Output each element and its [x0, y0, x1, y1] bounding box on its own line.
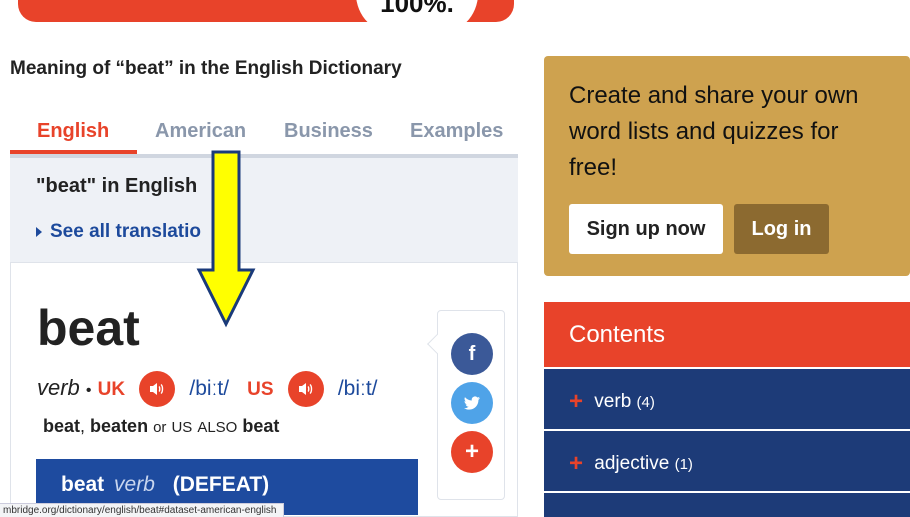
status-bar-url: mbridge.org/dictionary/english/beat#data… — [0, 503, 284, 517]
triangle-right-icon — [36, 226, 42, 237]
percent-text: 100%. — [380, 0, 454, 18]
translations-box: "beat" in English See all translatio — [10, 158, 518, 268]
contents-item-label: verb — [594, 391, 632, 412]
form-past: beat — [43, 416, 81, 436]
us-label: US — [247, 378, 274, 400]
percent-bubble: 100%. — [356, 0, 478, 34]
dictionary-page: 100%. Meaning of “beat” in the English D… — [0, 0, 910, 517]
separator-dot: • — [85, 381, 92, 399]
plus-icon: + — [569, 388, 584, 415]
form-past-participle: beaten — [90, 416, 149, 436]
headword: beat — [37, 300, 140, 356]
see-all-translations-link[interactable]: See all translatio — [36, 221, 201, 243]
uk-pronunciation: /biːt/ — [189, 376, 230, 400]
contents-panel: Contents + verb (4) + adjective (1) — [544, 302, 910, 517]
part-of-speech: verb — [37, 374, 80, 400]
active-tab-indicator — [10, 150, 137, 154]
sense-guideword: (DEFEAT) — [172, 473, 270, 496]
translations-heading: "beat" in English — [36, 175, 198, 197]
contents-next-item[interactable] — [544, 491, 910, 517]
form-us-label: US — [171, 419, 193, 436]
facebook-share-button[interactable]: f — [451, 333, 493, 375]
tab-examples[interactable]: Examples — [410, 120, 503, 143]
sense-word: beat — [61, 473, 105, 496]
form-or: or — [153, 419, 167, 436]
sense-pos: verb — [114, 473, 155, 496]
inflected-forms: beat, beaten or US ALSO beat — [43, 416, 279, 437]
us-audio-button[interactable] — [287, 371, 324, 407]
contents-item-count: (1) — [674, 456, 693, 473]
plus-icon: + — [569, 450, 584, 477]
down-arrow-annotation — [196, 150, 256, 328]
contents-item-count: (4) — [636, 394, 655, 411]
plus-icon: + — [464, 438, 479, 465]
contents-title: Contents — [544, 302, 910, 367]
twitter-icon — [464, 396, 480, 410]
sign-up-button[interactable]: Sign up now — [569, 204, 723, 254]
log-in-button[interactable]: Log in — [734, 204, 829, 254]
promo-box: Create and share your own word lists and… — [544, 56, 910, 276]
more-share-button[interactable]: + — [451, 431, 493, 473]
promo-text: Create and share your own word lists and… — [569, 82, 859, 181]
tab-business[interactable]: Business — [284, 120, 373, 143]
tab-english[interactable]: English — [37, 120, 109, 143]
dictionary-tabs: English American Business Examples — [10, 114, 518, 158]
facebook-icon: f — [468, 343, 476, 365]
speaker-icon — [150, 383, 164, 395]
contents-item-label: adjective — [594, 453, 670, 474]
contents-item-adjective[interactable]: + adjective (1) — [544, 429, 910, 491]
form-us-variant: beat — [242, 416, 280, 436]
tab-american[interactable]: American — [155, 120, 246, 143]
us-pronunciation: /biːt/ — [337, 376, 378, 400]
uk-label: UK — [97, 378, 126, 400]
contents-item-verb[interactable]: + verb (4) — [544, 367, 910, 429]
form-comma: , — [80, 416, 86, 436]
uk-audio-button[interactable] — [139, 371, 176, 407]
see-all-label: See all translatio — [50, 221, 202, 242]
twitter-share-button[interactable] — [451, 382, 493, 424]
speaker-icon — [298, 383, 312, 395]
form-also-label: ALSO — [197, 419, 238, 436]
share-panel: f + — [427, 310, 505, 500]
page-title: Meaning of “beat” in the English Diction… — [10, 58, 402, 79]
pronunciation-line: verb • UK /biːt/ US /biːt/ — [37, 371, 378, 411]
